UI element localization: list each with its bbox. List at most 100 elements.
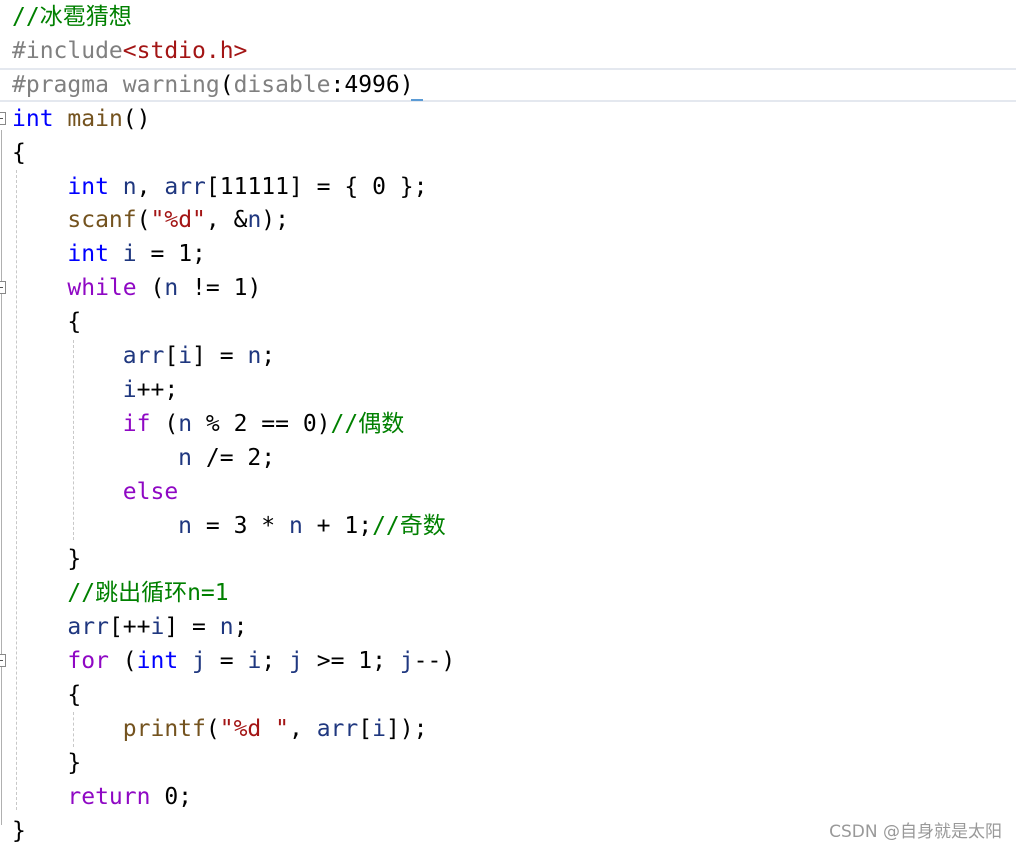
code-line[interactable]: //冰雹猜想 [0,0,1016,34]
code-line[interactable]: i++; [0,373,1016,407]
code-token: ; [261,648,290,675]
code-token: = [205,648,248,675]
code-token: arr [316,715,359,742]
code-token: i [122,376,137,403]
code-token: + 1; [302,512,373,539]
code-token: , [136,173,165,200]
code-token: != 1) [178,275,262,302]
code-token: ( [150,410,179,437]
code-token: ; [261,343,276,369]
code-token: i [372,715,386,742]
code-token: n [247,343,262,369]
code-token: ; [233,614,248,641]
code-line[interactable]: int n, arr[11111] = { 0 }; [0,170,1016,204]
code-token: 0; [150,783,193,810]
code-token: int [12,105,54,132]
code-token: } [12,749,82,776]
code-line[interactable]: n /= 2; [0,441,1016,475]
code-token: [ [358,715,373,742]
code-line[interactable]: while (n != 1) [0,271,1016,305]
code-line[interactable]: //跳出循环n=1 [0,576,1016,610]
code-line[interactable]: scanf("%d", &n); [0,203,1016,237]
text-caret-indicator [411,99,423,101]
code-token: j [399,648,414,675]
code-token: for [67,648,109,675]
code-token: printf [122,715,206,742]
code-token: int [67,241,109,268]
code-line[interactable]: arr[i] = n; [0,339,1016,373]
code-token: n [178,444,193,471]
code-token: return [67,783,151,810]
code-token: , & [205,207,248,234]
code-token: "%d " [219,715,289,742]
code-line[interactable]: if (n % 2 == 0)//偶数 [0,407,1016,441]
code-line[interactable]: } [0,746,1016,780]
code-editor[interactable]: //冰雹猜想 #include<stdio.h> #pragma warning(d… [0,0,1016,850]
code-line[interactable]: int main() [0,102,1016,136]
code-line[interactable]: #pragma warning(disable:4996) [0,67,1016,102]
code-line[interactable]: int i = 1; [0,237,1016,271]
code-token: i [178,343,193,369]
code-token: } [12,817,26,844]
code-line[interactable]: arr[++i] = n; [0,610,1016,644]
code-line[interactable]: printf("%d ", arr[i]); [0,712,1016,746]
code-text: scanf("%d", &n); [12,203,289,237]
code-text: else [12,475,178,509]
code-text: } [12,814,26,848]
fold-toggle-icon[interactable] [0,281,6,295]
code-token: <stdio.h> [122,37,248,64]
code-line[interactable]: { [0,305,1016,339]
code-token: /= 2; [192,444,276,471]
code-token: [++ [108,614,151,641]
code-token: else [122,478,179,505]
code-line[interactable]: else [0,475,1016,509]
watermark: CSDN @自身就是太阳 [829,822,1002,842]
code-text: for (int j = i; j >= 1; j--) [12,644,455,678]
code-token: i [247,648,262,675]
code-token: :4996) [330,71,414,98]
code-token: disable [233,71,331,98]
code-line[interactable]: for (int j = i; j >= 1; j--) [0,644,1016,678]
code-line[interactable]: } [0,542,1016,576]
code-text: #include<stdio.h> [12,34,247,68]
code-token: int [67,173,109,200]
code-token: [ [164,343,179,369]
code-token: "%d" [150,207,206,234]
code-token: ( [136,207,151,234]
code-token: //偶数 [330,410,405,437]
code-token: n [164,275,179,302]
code-token: n [178,410,193,437]
code-line[interactable]: { [0,678,1016,712]
code-line[interactable]: n = 3 * n + 1;//奇数 [0,509,1016,543]
code-text: return 0; [12,780,192,814]
code-line[interactable]: return 0; [0,780,1016,814]
code-token: = 3 * [192,512,289,539]
code-text: int i = 1; [12,237,206,271]
code-line[interactable]: #include<stdio.h> [0,34,1016,68]
code-line[interactable]: { [0,136,1016,170]
code-token: while [67,275,137,302]
code-token: { [12,682,82,708]
code-token: if [122,410,151,437]
fold-toggle-icon[interactable] [0,654,6,668]
code-text: if (n % 2 == 0)//偶数 [12,407,404,441]
code-token: ]); [385,715,428,742]
code-token: //跳出循环n=1 [67,580,229,607]
fold-toggle-icon[interactable] [0,111,6,125]
code-token: --) [413,648,456,675]
code-token: ] = [192,343,248,369]
code-token: n [178,512,193,539]
code-token: = 1; [136,241,206,268]
code-token: n [122,173,137,200]
